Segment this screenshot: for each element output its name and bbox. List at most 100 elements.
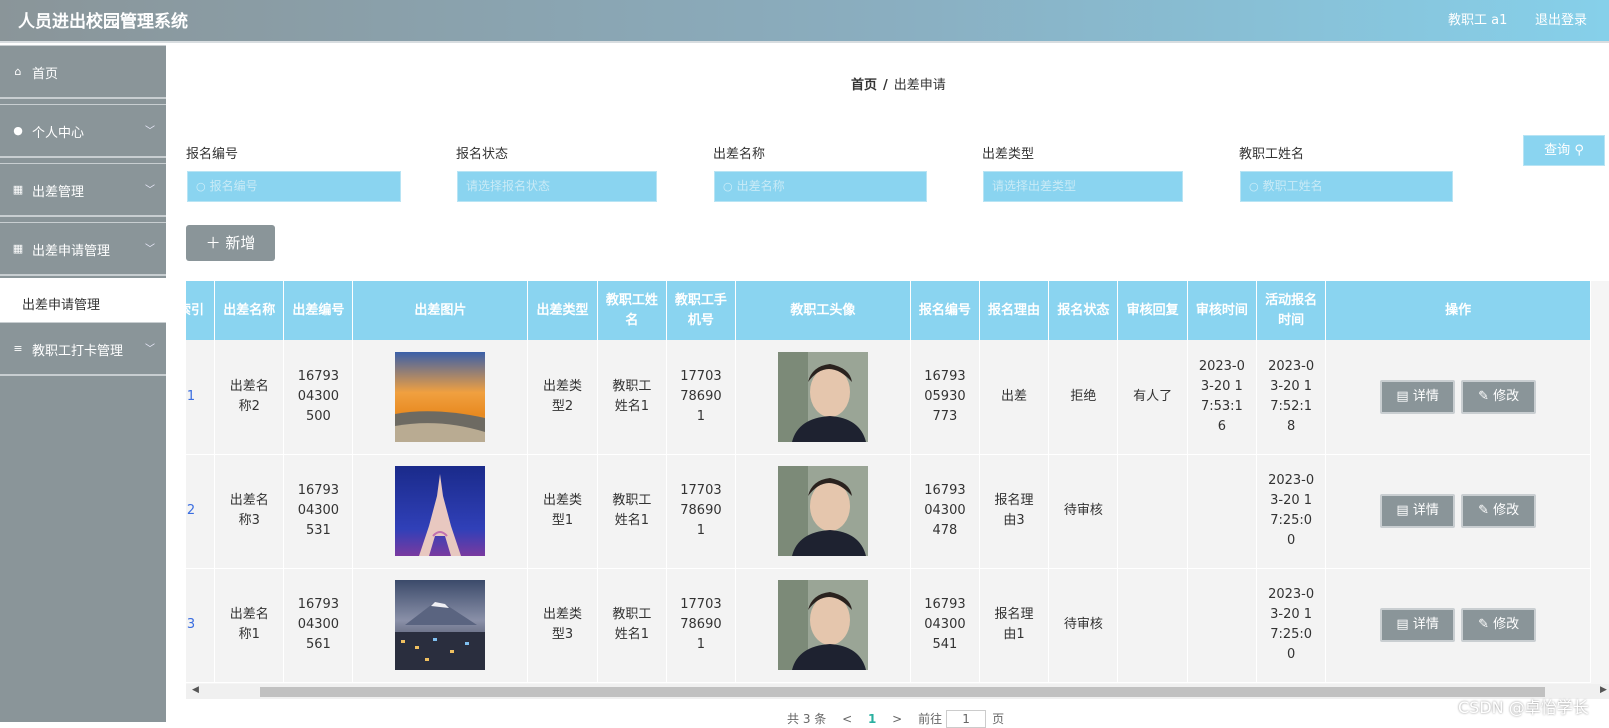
cell-trip-name: 出差名称1	[214, 568, 285, 683]
query-button-label: 查询	[1544, 143, 1571, 158]
cell-trip-type: 出差类型3	[527, 568, 598, 683]
page-unit-label: 页	[992, 712, 1005, 726]
cell-index: 3	[186, 568, 216, 683]
cell-trip-type: 出差类型1	[527, 454, 598, 569]
trip-photo-tower[interactable]	[395, 466, 486, 556]
sidebar-item-trip-application[interactable]: ▦ 出差申请管理 ﹀	[0, 222, 166, 276]
next-page-button[interactable]: >	[892, 712, 902, 726]
trip-photo-beach[interactable]	[395, 351, 486, 442]
edit-label: 修改	[1493, 617, 1520, 632]
sidebar-item-business-trip[interactable]: ▦ 出差管理 ﹀	[0, 163, 166, 217]
cell-actions: ▤ 详情 ✎ 修改	[1325, 568, 1591, 683]
detail-button[interactable]: ▤ 详情	[1380, 608, 1456, 642]
data-table: 索引 出差名称 出差编号 出差图片 出差类型 教职工姓名 教职工手机号 教职工头…	[186, 281, 1609, 684]
pagination: 共 3 条 < 1 > 前往 1 页	[787, 710, 1016, 728]
chevron-down-icon: ﹀	[145, 244, 155, 255]
edit-button[interactable]: ✎ 修改	[1461, 608, 1537, 642]
cell-phone: 17703786901	[666, 454, 736, 569]
query-button[interactable]: 查询 ⚲	[1523, 135, 1605, 166]
column-header: 报名状态	[1048, 281, 1119, 340]
filter-label-trip-name: 出差名称	[713, 147, 766, 162]
column-header: 报名理由	[979, 281, 1050, 340]
table-row: 2 出差名称3 1679304300531 出差类型1 教职工姓名1 17703…	[186, 454, 1591, 569]
filter-label-trip-type: 出差类型	[982, 147, 1035, 162]
logout-link[interactable]: 退出登录	[1535, 9, 1587, 28]
cell-signup-time: 2023-03-20 17:25:00	[1256, 454, 1327, 569]
staff-name-input[interactable]: ○ 教职工姓名	[1240, 171, 1453, 202]
input-placeholder: 教职工姓名	[1262, 179, 1323, 193]
breadcrumb-home[interactable]: 首页	[851, 78, 877, 93]
document-icon: ▤	[1396, 503, 1409, 518]
staff-avatar[interactable]	[777, 351, 868, 442]
prev-page-button[interactable]: <	[842, 712, 852, 726]
sidebar: ⌂ 首页 ● 个人中心 ﹀ ▦ 出差管理 ﹀ ▦ 出差申请管理 ﹀ 出差申请管理…	[0, 45, 166, 722]
cell-signup-code: 1679304300541	[910, 568, 980, 683]
edit-button[interactable]: ✎ 修改	[1461, 494, 1537, 528]
search-icon: ⚲	[1574, 143, 1584, 158]
staff-avatar[interactable]	[777, 580, 868, 670]
detail-label: 详情	[1412, 503, 1439, 518]
staff-avatar[interactable]	[777, 466, 868, 556]
cell-trip-photo	[352, 568, 529, 683]
detail-button[interactable]: ▤ 详情	[1380, 379, 1456, 414]
home-icon: ⌂	[14, 65, 22, 78]
column-header: 出差图片	[352, 281, 529, 340]
breadcrumb-current: 出差申请	[893, 78, 946, 93]
table-horizontal-scrollbar[interactable]: ◀ ▶	[186, 684, 1609, 699]
cell-status: 待审核	[1048, 568, 1119, 683]
signup-code-input[interactable]: ○ 报名编号	[187, 171, 401, 202]
page-number-current[interactable]: 1	[868, 712, 876, 726]
trip-photo-city[interactable]	[395, 580, 486, 670]
document-icon: ▤	[1396, 617, 1409, 632]
cell-signup-code: 1679305930773	[910, 340, 980, 455]
goto-page-input[interactable]: 1	[946, 710, 987, 728]
cell-avatar	[735, 454, 911, 569]
input-placeholder: 出差名称	[736, 179, 785, 193]
filter-label-signup-code: 报名编号	[186, 147, 239, 162]
cell-trip-type: 出差类型2	[527, 340, 598, 455]
table-row: 3 出差名称1 1679304300561 出差类型3 教职工姓名1 17703…	[186, 568, 1591, 683]
cell-review-time: 2023-03-20 17:53:16	[1187, 340, 1258, 455]
sidebar-item-label: 首页	[32, 67, 59, 82]
sidebar-item-personal-center[interactable]: ● 个人中心 ﹀	[0, 104, 166, 158]
sidebar-item-home[interactable]: ⌂ 首页	[0, 45, 166, 99]
chevron-down-icon: ﹀	[145, 185, 155, 196]
cell-avatar	[735, 568, 911, 683]
scrollbar-thumb[interactable]	[260, 687, 1545, 697]
column-header: 审核回复	[1117, 281, 1188, 340]
column-header: 教职工头像	[735, 281, 911, 340]
column-header: 活动报名时间	[1256, 281, 1327, 340]
cell-status: 拒绝	[1048, 340, 1119, 455]
cell-signup-time: 2023-03-20 17:52:18	[1256, 340, 1327, 455]
cell-phone: 17703786901	[666, 568, 736, 683]
cell-reason: 出差	[979, 340, 1050, 455]
edit-button[interactable]: ✎ 修改	[1461, 379, 1537, 414]
cell-actions: ▤ 详情 ✎ 修改	[1325, 454, 1591, 569]
chevron-down-icon: ﹀	[145, 344, 155, 355]
sidebar-item-staff-checkin[interactable]: ≡ 教职工打卡管理 ﹀	[0, 322, 166, 376]
app-title: 人员进出校园管理系统	[18, 12, 188, 32]
trip-type-select[interactable]: 请选择出差类型	[983, 171, 1183, 202]
column-header: 出差类型	[527, 281, 598, 340]
plus-icon: ＋	[205, 234, 221, 252]
cell-reply: 有人了	[1117, 340, 1188, 455]
column-header: 出差名称	[214, 281, 285, 340]
trip-name-input[interactable]: ○ 出差名称	[714, 171, 927, 202]
detail-button[interactable]: ▤ 详情	[1380, 494, 1456, 528]
cell-staff-name: 教职工姓名1	[597, 340, 667, 455]
detail-label: 详情	[1412, 388, 1439, 404]
select-placeholder: 请选择报名状态	[466, 179, 551, 193]
cell-avatar	[735, 340, 911, 455]
signup-status-select[interactable]: 请选择报名状态	[457, 171, 657, 202]
cell-reason: 报名理由1	[979, 568, 1050, 683]
grid-icon: ▦	[12, 183, 24, 196]
add-button[interactable]: ＋ 新增	[186, 225, 275, 261]
cell-reason: 报名理由3	[979, 454, 1050, 569]
scroll-right-icon[interactable]: ▶	[1600, 685, 1607, 695]
add-button-label: 新增	[225, 234, 256, 252]
sidebar-subitem-trip-application[interactable]: 出差申请管理	[0, 278, 166, 324]
cell-staff-name: 教职工姓名1	[597, 568, 667, 683]
scroll-left-icon[interactable]: ◀	[192, 685, 199, 695]
cell-status: 待审核	[1048, 454, 1119, 569]
cell-signup-time: 2023-03-20 17:25:00	[1256, 568, 1327, 683]
